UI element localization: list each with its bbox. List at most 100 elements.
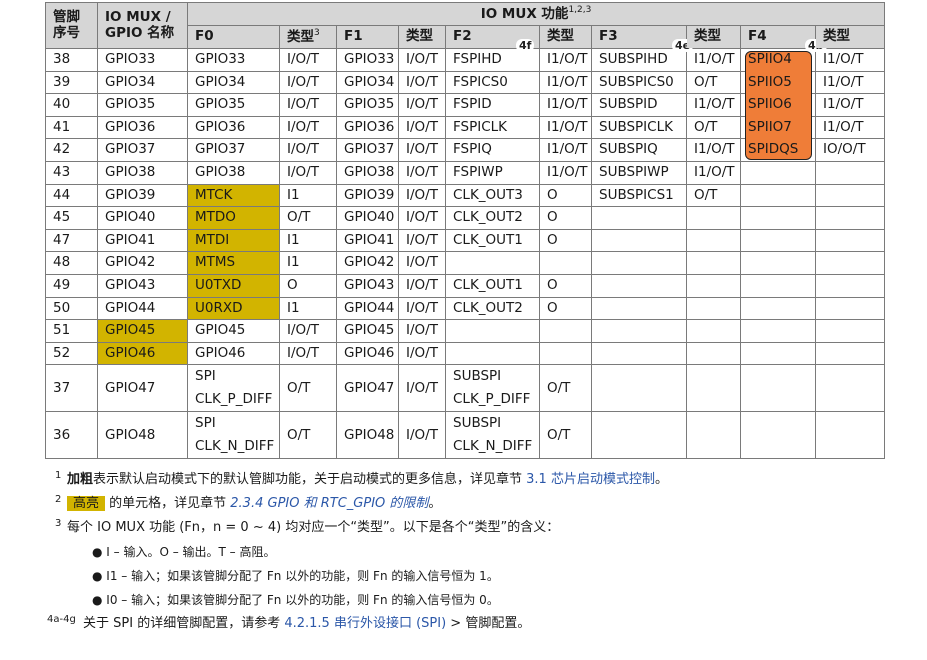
cell-type-4: I1/O/T	[814, 115, 886, 140]
header-type-2: 类型	[539, 25, 592, 49]
cell-f1: GPIO43	[336, 273, 399, 298]
cell-type-1: I/O/T	[398, 228, 446, 253]
cell-f1: GPIO44	[336, 296, 399, 321]
cell-type-1: I/O/T	[398, 48, 446, 72]
cell-type-4: I1/O/T	[814, 48, 886, 72]
cell-f4	[740, 160, 816, 185]
cell-pin-no: 40	[45, 93, 98, 117]
link-spi-config[interactable]: 4.2.1.5 串行外设接口 (SPI)	[284, 616, 446, 631]
header-type-3: 类型	[686, 25, 741, 49]
cell-pin-no: 39	[45, 70, 98, 95]
cell-f4	[740, 206, 816, 230]
cell-type-0: I1	[279, 251, 337, 275]
cell-type-1: I/O/T	[398, 296, 446, 321]
cell-type-0: O/T	[279, 411, 337, 460]
cell-f4	[740, 341, 816, 366]
cell-type-2: I1/O/T	[539, 138, 592, 162]
cell-f3	[591, 296, 687, 321]
header-pin-no: 管脚 序号	[45, 2, 98, 49]
cell-f1: GPIO33	[336, 48, 399, 72]
cell-f2: FSPID	[445, 93, 540, 117]
cell-type-4: I1/O/T	[814, 70, 886, 95]
cell-type-1: I/O/T	[398, 160, 446, 185]
cell-type-3	[686, 296, 741, 321]
cell-type-3	[686, 341, 741, 366]
cell-f0: GPIO35	[187, 93, 280, 117]
cell-type-2: O	[539, 296, 592, 321]
cell-f4	[740, 296, 816, 321]
cell-pin-no: 38	[45, 48, 98, 72]
header-type-1: 类型	[398, 25, 446, 49]
cell-f3: SUBSPID	[591, 93, 687, 117]
cell-type-4	[814, 206, 886, 230]
table-row: 38 GPIO33 GPIO33 I/O/T GPIO33 I/O/T FSPIHD I1/O…	[45, 48, 886, 160]
footnote-3-bullet-2: ● I1 – 输入；如果该管脚分配了 Fn 以外的功能，则 Fn 的输入信号恒为…	[92, 569, 499, 583]
link-gpio-limits[interactable]: 2.3.4 GPIO 和 RTC_GPIO 的限制	[230, 496, 428, 511]
cell-pin-no: 44	[45, 183, 98, 208]
cell-f0: GPIO46	[187, 341, 280, 366]
cell-f0: MTDO	[187, 206, 280, 230]
cell-f0: MTMS	[187, 251, 280, 275]
cell-f3	[591, 206, 687, 230]
footnote-4: 4a-4g 关于 SPI 的详细管脚配置，请参考 4.2.1.5 串行外设接口 …	[47, 614, 531, 631]
cell-type-0: I/O/T	[279, 160, 337, 185]
cell-f2: FSPIQ	[445, 138, 540, 162]
cell-f0: GPIO38	[187, 160, 280, 185]
cell-f1: GPIO42	[336, 251, 399, 275]
cell-f4: SPIIO5	[740, 70, 816, 95]
cell-type-3	[686, 364, 741, 413]
header-f3: F3 4e	[591, 25, 694, 52]
footnote-3: 3 每个 IO MUX 功能 (Fn，n = 0 ~ 4) 均对应一个“类型”。…	[55, 518, 560, 535]
table-row: 41 GPIO36 GPIO36 I/O/T GPIO36 I/O/T FSPICLK I1/…	[45, 115, 886, 140]
footnotes: 1 加粗表示默认启动模式下的默认管脚功能，关于启动模式的更多信息，详见章节 3.…	[45, 468, 905, 636]
cell-f1: GPIO48	[336, 411, 399, 460]
table-row: 47 GPIO41 MTDI I1 GPIO41 I/O/T CLK_OUT1 O	[45, 228, 886, 253]
cell-f2: FSPIHD	[445, 48, 540, 72]
cell-f4: SPIIO4	[740, 48, 816, 160]
cell-type-4	[814, 364, 886, 413]
cell-f1: GPIO47	[336, 364, 399, 413]
table-row: 50 GPIO44 U0RXD I1 GPIO44 I/O/T CLK_OUT2 O	[45, 296, 886, 321]
cell-type-4	[814, 251, 886, 275]
link-boot-mode[interactable]: 3.1 芯片启动模式控制	[526, 472, 655, 487]
cell-type-0: I/O/T	[279, 138, 337, 162]
cell-f0: U0RXD	[187, 296, 280, 321]
cell-type-1: I/O/T	[398, 251, 446, 275]
footnote-1: 1 加粗表示默认启动模式下的默认管脚功能，关于启动模式的更多信息，详见章节 3.…	[55, 470, 668, 487]
cell-type-3: O/T	[686, 183, 741, 208]
cell-type-1: I/O/T	[398, 341, 446, 366]
cell-type-0: O/T	[279, 364, 337, 413]
cell-gpio-name: GPIO35	[97, 93, 188, 117]
cell-type-0: I/O/T	[279, 115, 337, 140]
cell-f0: GPIO37	[187, 138, 280, 162]
cell-f2: FSPICLK	[445, 115, 540, 140]
cell-type-3: I1/O/T	[686, 138, 741, 162]
cell-type-1: I/O/T	[398, 115, 446, 140]
cell-gpio-name: GPIO34	[97, 70, 188, 95]
cell-f3	[591, 411, 687, 460]
header-type-0: 类型3	[279, 25, 337, 49]
cell-type-2: O	[539, 183, 592, 208]
cell-f3	[591, 251, 687, 275]
cell-f4	[740, 411, 816, 460]
cell-gpio-name: GPIO38	[97, 160, 188, 185]
cell-f3	[591, 341, 687, 366]
cell-type-3	[686, 206, 741, 230]
cell-gpio-name: GPIO46	[97, 341, 188, 366]
cell-type-3: I1/O/T	[686, 160, 741, 185]
cell-type-2: I1/O/T	[539, 70, 592, 95]
cell-f4: SPIIO7	[740, 115, 816, 140]
header-f0: F0	[187, 25, 280, 49]
header-f1: F1	[336, 25, 399, 49]
cell-f2	[445, 251, 540, 275]
cell-f0: SPI CLK_P_DIFF	[187, 364, 280, 413]
table-row: 43 GPIO38 GPIO38 I/O/T GPIO38 I/O/T FSPIWP I1/O…	[45, 160, 886, 185]
cell-type-2: I1/O/T	[539, 160, 592, 185]
cell-f0: GPIO33	[187, 48, 280, 72]
cell-type-1: I/O/T	[398, 364, 446, 413]
cell-f2: FSPIWP	[445, 160, 540, 185]
cell-gpio-name: GPIO36	[97, 115, 188, 140]
table-row: 52 GPIO46 GPIO46 I/O/T GPIO46 I/O/T	[45, 341, 886, 366]
cell-f2	[445, 319, 540, 343]
cell-f3: SUBSPIWP	[591, 160, 687, 185]
